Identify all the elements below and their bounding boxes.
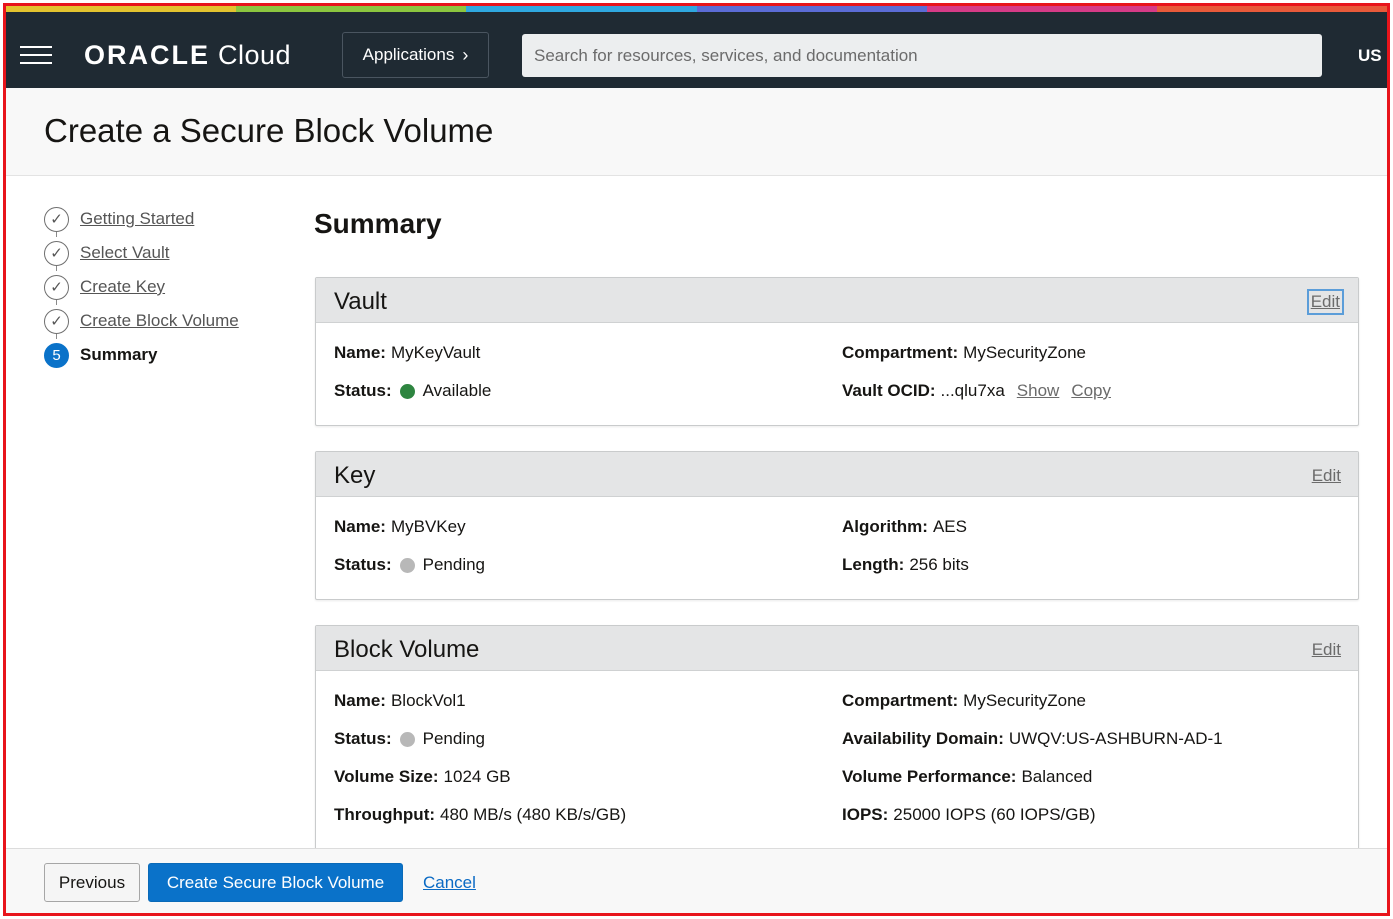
step-label[interactable]: Create Block Volume bbox=[80, 311, 239, 331]
bv-performance-row: Volume Performance: Balanced bbox=[842, 767, 1092, 787]
previous-button[interactable]: Previous bbox=[44, 863, 140, 902]
block-volume-panel-title: Block Volume bbox=[334, 636, 480, 663]
field-value: MySecurityZone bbox=[963, 691, 1086, 710]
field-value: 256 bits bbox=[909, 555, 969, 574]
wizard-footer: Previous Create Secure Block Volume Canc… bbox=[6, 848, 1387, 913]
field-label: Vault OCID: bbox=[842, 381, 936, 400]
field-value: 25000 IOPS (60 IOPS/GB) bbox=[893, 805, 1096, 824]
status-pending-icon bbox=[399, 557, 415, 573]
key-panel-title: Key bbox=[334, 462, 376, 489]
field-value: ...qlu7xa bbox=[940, 381, 1005, 400]
page-title: Create a Secure Block Volume bbox=[44, 112, 494, 149]
top-navigation-bar: ORACLE Cloud Applications › US bbox=[6, 12, 1387, 88]
check-circle-icon: ✓ bbox=[44, 308, 69, 334]
bv-throughput-row: Throughput: 480 MB/s (480 KB/s/GB) bbox=[334, 805, 626, 825]
hamburger-icon[interactable] bbox=[20, 46, 52, 66]
step-getting-started[interactable]: ✓ Getting Started bbox=[44, 202, 239, 237]
field-value: MyBVKey bbox=[390, 517, 466, 536]
check-circle-icon: ✓ bbox=[44, 206, 69, 232]
search-input[interactable] bbox=[522, 34, 1322, 77]
field-value: Pending bbox=[422, 555, 486, 574]
bv-name-row: Name: BlockVol1 bbox=[334, 691, 466, 711]
bv-compartment-row: Compartment: MySecurityZone bbox=[842, 691, 1086, 711]
field-value: Balanced bbox=[1021, 767, 1093, 786]
applications-label: Applications bbox=[362, 45, 455, 64]
field-label: Status: bbox=[334, 555, 392, 574]
vault-panel-title: Vault bbox=[334, 288, 387, 315]
field-label: Volume Performance: bbox=[842, 767, 1017, 786]
field-label: Status: bbox=[334, 729, 392, 748]
field-label: Name: bbox=[334, 343, 386, 362]
field-value: Pending bbox=[422, 729, 486, 748]
field-label: Name: bbox=[334, 691, 386, 710]
logo-oracle: ORACLE bbox=[84, 40, 210, 70]
vault-compartment-row: Compartment: MySecurityZone bbox=[842, 343, 1086, 363]
step-select-vault[interactable]: ✓ Select Vault bbox=[44, 236, 239, 271]
block-volume-panel-header: Block Volume Edit bbox=[316, 626, 1358, 671]
step-create-block-volume[interactable]: ✓ Create Block Volume bbox=[44, 304, 239, 339]
bv-size-row: Volume Size: 1024 GB bbox=[334, 767, 511, 787]
field-value: Available bbox=[422, 381, 492, 400]
field-value: AES bbox=[932, 517, 967, 536]
key-edit-link[interactable]: Edit bbox=[1312, 466, 1341, 486]
check-circle-icon: ✓ bbox=[44, 274, 69, 300]
field-label: Name: bbox=[334, 517, 386, 536]
key-length-row: Length: 256 bits bbox=[842, 555, 969, 575]
ocid-show-link[interactable]: Show bbox=[1017, 381, 1060, 401]
summary-heading: Summary bbox=[314, 208, 442, 239]
field-value: 1024 GB bbox=[443, 767, 511, 786]
field-label: Availability Domain: bbox=[842, 729, 1004, 748]
step-create-key[interactable]: ✓ Create Key bbox=[44, 270, 239, 305]
bv-availability-domain-row: Availability Domain: UWQV:US-ASHBURN-AD-… bbox=[842, 729, 1223, 749]
field-value: BlockVol1 bbox=[390, 691, 466, 710]
vault-panel: Vault Edit Name: MyKeyVault Status: Avai… bbox=[315, 277, 1359, 426]
bv-iops-row: IOPS: 25000 IOPS (60 IOPS/GB) bbox=[842, 805, 1096, 825]
step-label[interactable]: Getting Started bbox=[80, 209, 194, 229]
chevron-right-icon: › bbox=[462, 44, 469, 65]
field-label: IOPS: bbox=[842, 805, 889, 824]
status-available-icon bbox=[399, 383, 415, 399]
field-label: Length: bbox=[842, 555, 905, 574]
field-label: Status: bbox=[334, 381, 392, 400]
field-value: 480 MB/s (480 KB/s/GB) bbox=[440, 805, 627, 824]
bv-status-row: Status: Pending bbox=[334, 729, 485, 749]
step-label-current: Summary bbox=[80, 345, 158, 364]
vault-ocid-row: Vault OCID: ...qlu7xa Show Copy bbox=[842, 381, 1111, 401]
field-value: MyKeyVault bbox=[390, 343, 481, 362]
check-circle-icon: ✓ bbox=[44, 240, 69, 266]
cancel-link[interactable]: Cancel bbox=[423, 873, 476, 893]
status-pending-icon bbox=[399, 731, 415, 747]
field-label: Compartment: bbox=[842, 691, 959, 710]
step-number-badge: 5 bbox=[44, 342, 69, 368]
vault-panel-header: Vault Edit bbox=[316, 278, 1358, 323]
field-label: Algorithm: bbox=[842, 517, 928, 536]
block-volume-panel: Block Volume Edit Name: BlockVol1 Status… bbox=[315, 625, 1359, 865]
key-panel: Key Edit Name: MyBVKey Status: Pending A… bbox=[315, 451, 1359, 600]
create-secure-block-volume-button[interactable]: Create Secure Block Volume bbox=[148, 863, 403, 902]
applications-button[interactable]: Applications › bbox=[342, 32, 489, 78]
field-label: Throughput: bbox=[334, 805, 436, 824]
step-summary: 5 Summary bbox=[44, 338, 239, 372]
field-label: Compartment: bbox=[842, 343, 959, 362]
vault-edit-link[interactable]: Edit bbox=[1306, 289, 1345, 315]
wizard-steps: ✓ Getting Started ✓ Select Vault ✓ Creat… bbox=[44, 202, 239, 372]
vault-status-row: Status: Available bbox=[334, 381, 491, 401]
key-algorithm-row: Algorithm: AES bbox=[842, 517, 967, 537]
block-volume-edit-link[interactable]: Edit bbox=[1312, 640, 1341, 660]
browser-frame: ORACLE Cloud Applications › US Create a … bbox=[3, 3, 1390, 916]
step-label[interactable]: Select Vault bbox=[80, 243, 169, 263]
region-selector[interactable]: US bbox=[1358, 46, 1382, 66]
key-status-row: Status: Pending bbox=[334, 555, 485, 575]
field-value: UWQV:US-ASHBURN-AD-1 bbox=[1008, 729, 1223, 748]
ocid-copy-link[interactable]: Copy bbox=[1071, 381, 1111, 401]
field-value: MySecurityZone bbox=[963, 343, 1086, 362]
vault-name-row: Name: MyKeyVault bbox=[334, 343, 480, 363]
key-name-row: Name: MyBVKey bbox=[334, 517, 466, 537]
page-header: Create a Secure Block Volume bbox=[6, 88, 1387, 176]
field-label: Volume Size: bbox=[334, 767, 439, 786]
step-label[interactable]: Create Key bbox=[80, 277, 165, 297]
oracle-cloud-logo[interactable]: ORACLE Cloud bbox=[84, 40, 291, 71]
logo-cloud: Cloud bbox=[218, 40, 292, 70]
key-panel-header: Key Edit bbox=[316, 452, 1358, 497]
